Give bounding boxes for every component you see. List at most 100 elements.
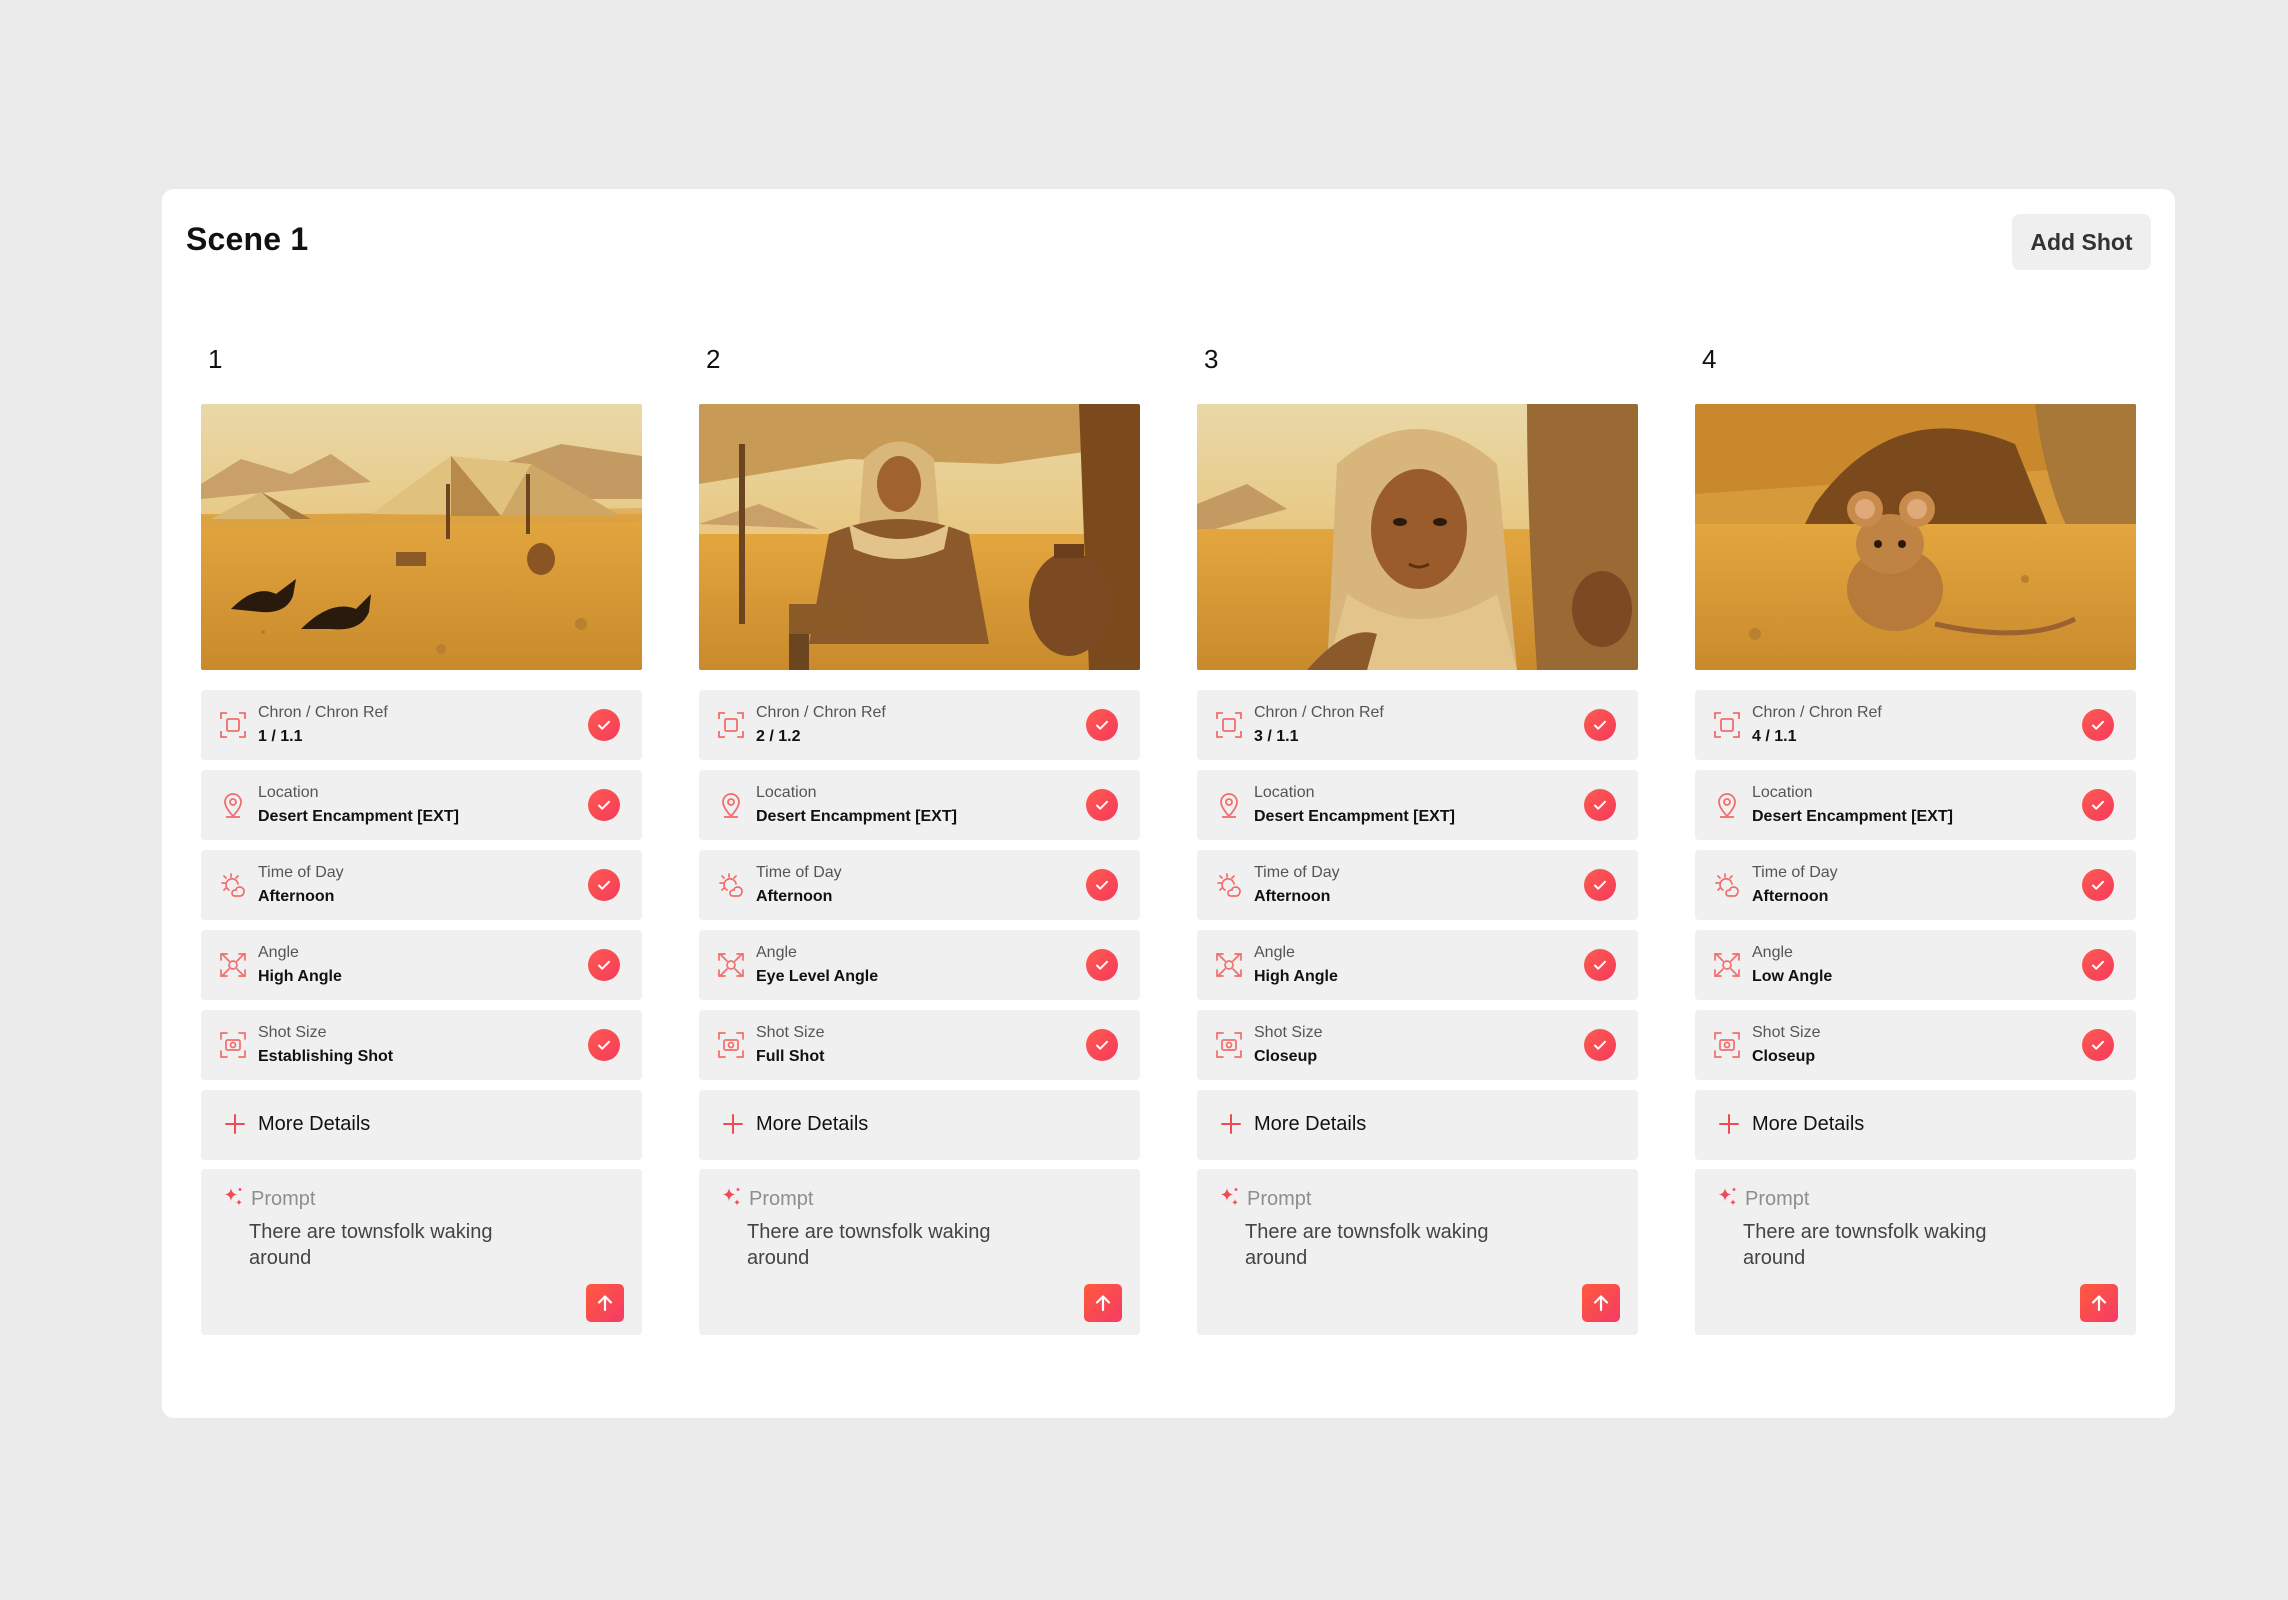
field-angle[interactable]: Angle High Angle [1197,930,1638,1000]
field-shot-size[interactable]: Shot Size Closeup [1695,1010,2136,1080]
prompt-box[interactable]: Prompt There are townsfolk waking around [699,1169,1140,1335]
field-label: Location [1752,784,1813,801]
arrow-up-icon [2087,1291,2111,1315]
arrow-up-icon [1091,1291,1115,1315]
more-details-button[interactable]: More Details [201,1090,642,1160]
field-location[interactable]: Location Desert Encampment [EXT] [699,770,1140,840]
prompt-text[interactable]: There are townsfolk waking around [747,1219,1027,1271]
field-angle[interactable]: Angle Low Angle [1695,930,2136,1000]
field-time-of-day[interactable]: Time of Day Afternoon [201,850,642,920]
location-pin-icon [218,790,248,820]
more-details-button[interactable]: More Details [699,1090,1140,1160]
location-pin-icon [1214,790,1244,820]
check-icon[interactable] [1086,949,1118,981]
prompt-box[interactable]: Prompt There are townsfolk waking around [1197,1169,1638,1335]
check-icon[interactable] [2082,709,2114,741]
field-value: Establishing Shot [258,1048,394,1065]
frame-icon [1712,710,1742,740]
field-value: Closeup [1752,1048,1816,1065]
field-value: Closeup [1254,1048,1318,1065]
send-button[interactable] [2080,1284,2118,1322]
field-chron[interactable]: Chron / Chron Ref 1 / 1.1 [201,690,642,760]
check-icon[interactable] [2082,789,2114,821]
field-label: Time of Day [1752,864,1838,881]
prompt-text[interactable]: There are townsfolk waking around [249,1219,529,1271]
field-label: Chron / Chron Ref [258,704,388,721]
prompt-label: Prompt [1745,1188,1810,1210]
prompt-box[interactable]: Prompt There are townsfolk waking around [201,1169,642,1335]
field-location[interactable]: Location Desert Encampment [EXT] [1695,770,2136,840]
field-label: Chron / Chron Ref [1752,704,1882,721]
field-value: High Angle [258,968,342,985]
prompt-label: Prompt [749,1188,814,1210]
shot-size-icon [1214,1030,1244,1060]
field-label: Shot Size [1752,1024,1821,1041]
frame-icon [218,710,248,740]
field-shot-size[interactable]: Shot Size Full Shot [699,1010,1140,1080]
more-details-label: More Details [258,1113,371,1135]
field-value: Desert Encampment [EXT] [1254,808,1455,825]
field-label: Time of Day [258,864,344,881]
shot-size-icon [716,1030,746,1060]
check-icon[interactable] [588,949,620,981]
more-details-button[interactable]: More Details [1695,1090,2136,1160]
field-value: Full Shot [756,1048,825,1065]
field-value: Desert Encampment [EXT] [756,808,957,825]
shot-image-desert-mouse[interactable] [1695,404,2136,670]
check-icon[interactable] [1086,789,1118,821]
angle-icon [716,950,746,980]
check-icon[interactable] [1086,869,1118,901]
shot-image-woman-closeup[interactable] [1197,404,1638,670]
field-time-of-day[interactable]: Time of Day Afternoon [1695,850,2136,920]
check-icon[interactable] [1584,949,1616,981]
check-icon[interactable] [2082,949,2114,981]
check-icon[interactable] [1584,1029,1616,1061]
shot-image-woman-sitting[interactable] [699,404,1140,670]
sun-cloud-icon [1712,870,1742,900]
check-icon[interactable] [1584,869,1616,901]
shot-image-desert-tents[interactable] [201,404,642,670]
sun-cloud-icon [1214,870,1244,900]
field-shot-size[interactable]: Shot Size Establishing Shot [201,1010,642,1080]
field-angle[interactable]: Angle Eye Level Angle [699,930,1140,1000]
prompt-box[interactable]: Prompt There are townsfolk waking around [1695,1169,2136,1335]
field-location[interactable]: Location Desert Encampment [EXT] [201,770,642,840]
more-details-label: More Details [1254,1113,1367,1135]
check-icon[interactable] [1584,789,1616,821]
check-icon[interactable] [2082,1029,2114,1061]
angle-icon [1214,950,1244,980]
check-icon[interactable] [1584,709,1616,741]
field-label: Angle [756,944,797,961]
field-chron[interactable]: Chron / Chron Ref 2 / 1.2 [699,690,1140,760]
more-details-button[interactable]: More Details [1197,1090,1638,1160]
check-icon[interactable] [588,869,620,901]
send-button[interactable] [1084,1284,1122,1322]
prompt-text[interactable]: There are townsfolk waking around [1245,1219,1525,1271]
shot-number: 3 [1204,344,1219,374]
send-button[interactable] [586,1284,624,1322]
field-chron[interactable]: Chron / Chron Ref 4 / 1.1 [1695,690,2136,760]
field-label: Chron / Chron Ref [756,704,886,721]
sparkle-icon [221,1185,245,1209]
field-time-of-day[interactable]: Time of Day Afternoon [1197,850,1638,920]
check-icon[interactable] [588,1029,620,1061]
field-label: Shot Size [1254,1024,1323,1041]
frame-icon [716,710,746,740]
field-chron[interactable]: Chron / Chron Ref 3 / 1.1 [1197,690,1638,760]
field-angle[interactable]: Angle High Angle [201,930,642,1000]
check-icon[interactable] [588,789,620,821]
field-shot-size[interactable]: Shot Size Closeup [1197,1010,1638,1080]
check-icon[interactable] [1086,1029,1118,1061]
field-location[interactable]: Location Desert Encampment [EXT] [1197,770,1638,840]
field-value: Afternoon [756,888,833,905]
field-value: Desert Encampment [EXT] [1752,808,1953,825]
field-time-of-day[interactable]: Time of Day Afternoon [699,850,1140,920]
check-icon[interactable] [588,709,620,741]
add-shot-button[interactable]: Add Shot [2012,214,2151,270]
check-icon[interactable] [1086,709,1118,741]
field-label: Shot Size [756,1024,825,1041]
field-value: High Angle [1254,968,1338,985]
check-icon[interactable] [2082,869,2114,901]
send-button[interactable] [1582,1284,1620,1322]
prompt-text[interactable]: There are townsfolk waking around [1743,1219,2023,1271]
